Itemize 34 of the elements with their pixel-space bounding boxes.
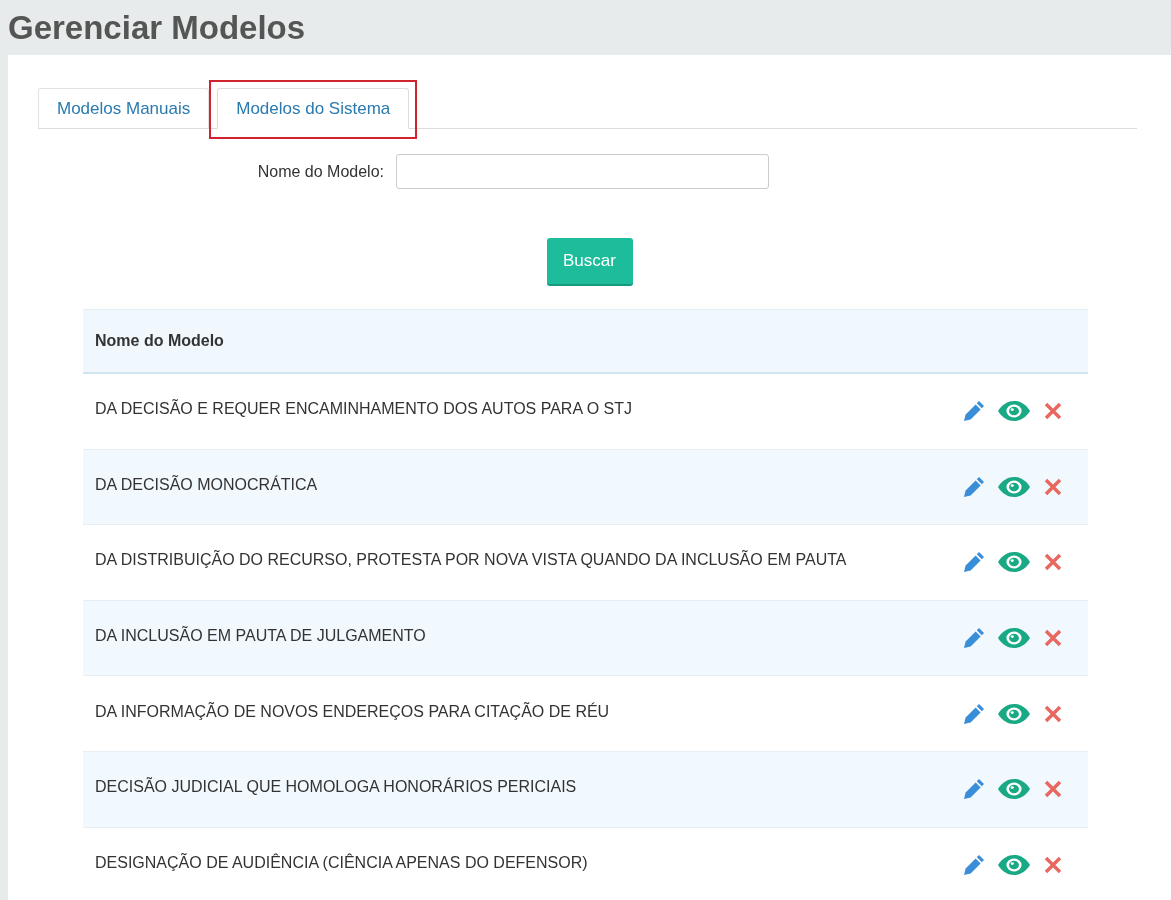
page-title: Gerenciar Modelos xyxy=(8,11,306,44)
pencil-icon[interactable] xyxy=(964,854,984,875)
input-field[interactable] xyxy=(396,154,769,189)
column-header: Nome do Modelo xyxy=(95,331,224,351)
x-icon[interactable] xyxy=(1044,780,1062,799)
table-cell-text: DA DECISÃO MONOCRÁTICA xyxy=(95,474,319,495)
eye-icon[interactable] xyxy=(998,703,1030,724)
table-cell-text: DESIGNAÇÃO DE AUDIÊNCIA (CIÊNCIA APENAS DO DEFENSOR) xyxy=(95,852,589,873)
pencil-icon[interactable] xyxy=(964,552,984,573)
x-icon[interactable] xyxy=(1044,855,1062,874)
pencil-icon[interactable] xyxy=(964,476,984,497)
pencil-icon[interactable] xyxy=(964,703,984,724)
field-label: Nome do Modelo: xyxy=(257,161,384,182)
table-cell-text: DECISÃO JUDICIAL QUE HOMOLOGA HONORÁRIOS PERICIAIS xyxy=(95,776,578,798)
eye-icon[interactable] xyxy=(998,779,1030,800)
x-icon[interactable] xyxy=(1044,402,1062,421)
pencil-icon[interactable] xyxy=(964,628,984,649)
eye-icon[interactable] xyxy=(998,476,1030,497)
x-icon[interactable] xyxy=(1044,704,1062,723)
x-icon[interactable] xyxy=(1044,477,1062,496)
pencil-icon[interactable] xyxy=(964,401,984,422)
x-icon[interactable] xyxy=(1044,629,1062,648)
tab[interactable]: Modelos Manuais xyxy=(38,88,210,128)
table-cell-text: DA DISTRIBUIÇÃO DO RECURSO, PROTESTA POR NOVA VISTA QUANDO DA INCLUSÃO EM PAUTA xyxy=(95,549,848,571)
table-cell-text: DA INCLUSÃO EM PAUTA DE JULGAMENTO xyxy=(95,625,427,647)
table-cell-text: DA DECISÃO E REQUER ENCAMINHAMENTO DOS AUTOS PARA O STJ xyxy=(95,398,633,420)
eye-icon[interactable] xyxy=(998,552,1030,573)
eye-icon[interactable] xyxy=(998,401,1030,422)
eye-icon[interactable] xyxy=(998,854,1030,875)
table-cell-text: DA INFORMAÇÃO DE NOVOS ENDEREÇOS PARA CITAÇÃO DE RÉU xyxy=(95,701,611,722)
tab[interactable]: Modelos do Sistema xyxy=(217,88,410,129)
pencil-icon[interactable] xyxy=(964,779,984,800)
eye-icon[interactable] xyxy=(998,628,1030,649)
x-icon[interactable] xyxy=(1044,553,1062,572)
